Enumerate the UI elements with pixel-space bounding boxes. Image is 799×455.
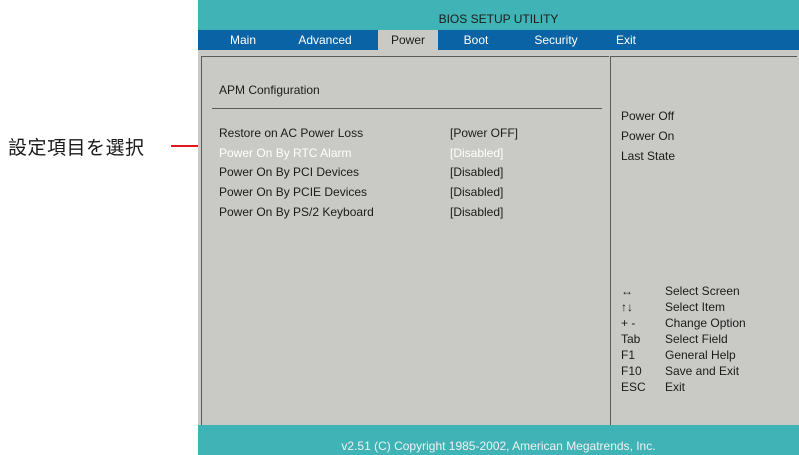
bios-body: APM Configuration Restore on AC Power Lo… <box>198 50 799 426</box>
key-hint-desc: Select Item <box>665 300 726 314</box>
key-hint-key: Tab <box>621 332 641 346</box>
tab-boot[interactable]: Boot <box>446 30 506 50</box>
option-row-pci-devices[interactable]: Power On By PCI Devices [Disabled] <box>202 165 609 183</box>
section-title: APM Configuration <box>219 83 320 97</box>
section-divider <box>212 108 602 109</box>
bios-title: BIOS SETUP UTILITY <box>438 12 559 26</box>
key-hint-desc: Change Option <box>665 316 746 330</box>
arrows-horizontal-icon: ↔ <box>621 284 633 298</box>
option-row-ps2-keyboard[interactable]: Power On By PS/2 Keyboard [Disabled] <box>202 205 609 223</box>
tab-power[interactable]: Power <box>378 30 438 50</box>
menu-bar: Main Advanced Power Boot Security Exit <box>198 30 799 50</box>
bios-setup-screen: BIOS SETUP UTILITY Main Advanced Power B… <box>198 0 799 455</box>
help-option-power-off: Power Off <box>621 109 675 123</box>
options-panel: APM Configuration Restore on AC Power Lo… <box>201 56 609 426</box>
key-hint-key: F10 <box>621 364 642 378</box>
option-value[interactable]: [Disabled] <box>450 205 503 219</box>
key-hint-desc: Select Screen <box>665 284 740 298</box>
copyright-text: v2.51 (C) Copyright 1985-2002, American … <box>341 439 656 453</box>
key-hint-key: F1 <box>621 348 636 362</box>
option-row-pcie-devices[interactable]: Power On By PCIE Devices [Disabled] <box>202 185 609 203</box>
tab-exit[interactable]: Exit <box>608 30 644 50</box>
key-hint-key: + - <box>621 316 636 330</box>
arrows-vertical-icon: ↑↓ <box>621 300 633 314</box>
tab-main[interactable]: Main <box>213 30 273 50</box>
help-option-last-state: Last State <box>621 149 676 163</box>
option-label: Power On By RTC Alarm <box>219 146 352 160</box>
key-hint-desc: Select Field <box>665 332 728 346</box>
title-bar: BIOS SETUP UTILITY <box>198 0 799 30</box>
annotation-label: 設定項目を選択 <box>8 137 145 159</box>
option-label: Power On By PCI Devices <box>219 165 360 179</box>
option-label: Restore on AC Power Loss <box>219 126 364 140</box>
key-hint-key: ESC <box>621 380 646 394</box>
option-value[interactable]: [Disabled] <box>450 146 503 160</box>
option-label: Power On By PCIE Devices <box>219 185 368 199</box>
option-value[interactable]: [Power OFF] <box>450 126 518 140</box>
help-option-power-on: Power On <box>621 129 675 143</box>
help-panel: Power Off Power On Last State ↔ Select S… <box>611 56 797 425</box>
option-row-restore-ac-power-loss[interactable]: Restore on AC Power Loss [Power OFF] <box>202 126 609 144</box>
tab-advanced[interactable]: Advanced <box>283 30 367 50</box>
footer-bar: v2.51 (C) Copyright 1985-2002, American … <box>198 425 799 455</box>
key-hint-desc: Exit <box>665 380 686 394</box>
key-hint-desc: General Help <box>665 348 736 362</box>
tab-security[interactable]: Security <box>516 30 596 50</box>
option-label: Power On By PS/2 Keyboard <box>219 205 374 219</box>
key-hint-desc: Save and Exit <box>665 364 740 378</box>
option-value[interactable]: [Disabled] <box>450 185 503 199</box>
option-value[interactable]: [Disabled] <box>450 165 503 179</box>
option-row-rtc-alarm[interactable]: Power On By RTC Alarm [Disabled] <box>202 146 609 164</box>
